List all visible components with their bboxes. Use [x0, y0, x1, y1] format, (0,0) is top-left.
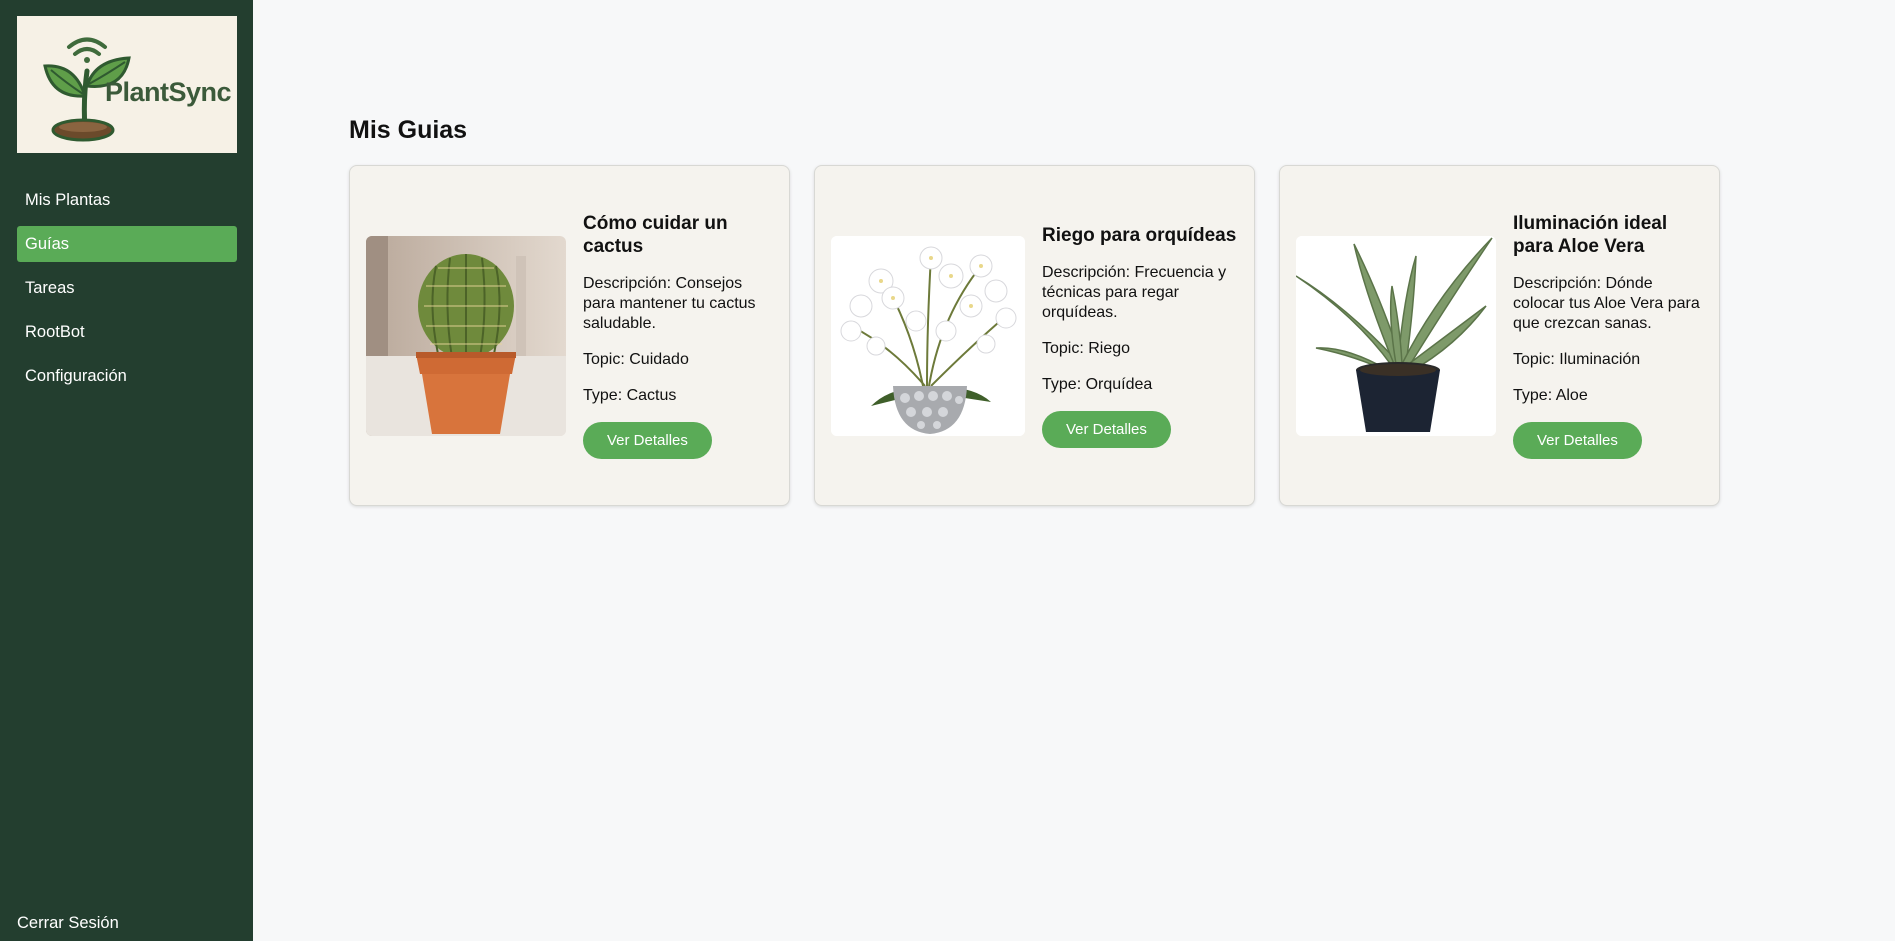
- guide-card-list: Cómo cuidar un cactus Descripción: Conse…: [349, 165, 1720, 506]
- guide-description: Descripción: Frecuencia y técnicas para …: [1042, 263, 1227, 321]
- guide-card: Iluminación ideal para Aloe Vera Descrip…: [1279, 165, 1720, 506]
- page-title: Mis Guias: [349, 116, 468, 144]
- guide-card: Cómo cuidar un cactus Descripción: Conse…: [349, 165, 790, 506]
- sidebar-item-configuracion[interactable]: Configuración: [17, 358, 237, 394]
- brand-name: PlantSync: [105, 77, 232, 107]
- guide-title: Cómo cuidar un cactus: [583, 213, 728, 257]
- guide-type: Type: Orquídea: [1042, 375, 1153, 393]
- guide-topic: Topic: Cuidado: [583, 351, 689, 368]
- guide-title: Iluminación ideal para Aloe Vera: [1513, 213, 1668, 257]
- guide-topic: Topic: Iluminación: [1513, 351, 1641, 368]
- ver-detalles-button[interactable]: Ver Detalles: [583, 422, 712, 459]
- aloe-photo: [1296, 235, 1496, 436]
- sidebar-item-tareas[interactable]: Tareas: [17, 270, 237, 306]
- guide-description: Descripción: Dónde colocar tus Aloe Vera…: [1513, 275, 1700, 332]
- sidebar-nav: Mis Plantas Guías Tareas RootBot Configu…: [17, 182, 237, 402]
- plantsync-logo[interactable]: PlantSync: [17, 16, 237, 153]
- sidebar-item-rootbot[interactable]: RootBot: [17, 314, 237, 350]
- guide-card-body: Iluminación ideal para Aloe Vera Descrip…: [1513, 212, 1703, 459]
- guide-description: Descripción: Consejos para mantener tu c…: [583, 275, 756, 332]
- ver-detalles-button[interactable]: Ver Detalles: [1042, 410, 1171, 448]
- guide-topic: Topic: Riego: [1042, 339, 1131, 357]
- sidebar-item-mis-plantas[interactable]: Mis Plantas: [17, 182, 237, 218]
- cactus-photo: [366, 235, 566, 436]
- main-content: Mis Guias Cómo cuidar un cactus Descripc…: [253, 0, 1895, 941]
- orchid-photo: [831, 235, 1025, 436]
- guide-card: Riego para orquídeas Descripción: Frecue…: [814, 165, 1255, 506]
- ver-detalles-button[interactable]: Ver Detalles: [1513, 422, 1642, 459]
- guide-type: Type: Aloe: [1513, 387, 1588, 404]
- guide-title: Riego para orquídeas: [1042, 224, 1237, 246]
- aloe-image-icon: [1296, 235, 1496, 436]
- sidebar-item-guias[interactable]: Guías: [17, 226, 237, 262]
- sidebar: PlantSync Mis Plantas Guías Tareas RootB…: [0, 0, 253, 941]
- logout-link[interactable]: Cerrar Sesión: [17, 914, 119, 933]
- cactus-image-icon: [366, 235, 566, 436]
- guide-type: Type: Cactus: [583, 387, 677, 404]
- guide-card-body: Cómo cuidar un cactus Descripción: Conse…: [583, 212, 773, 459]
- guide-card-body: Riego para orquídeas Descripción: Frecue…: [1042, 224, 1238, 448]
- orchid-image-icon: [831, 235, 1025, 436]
